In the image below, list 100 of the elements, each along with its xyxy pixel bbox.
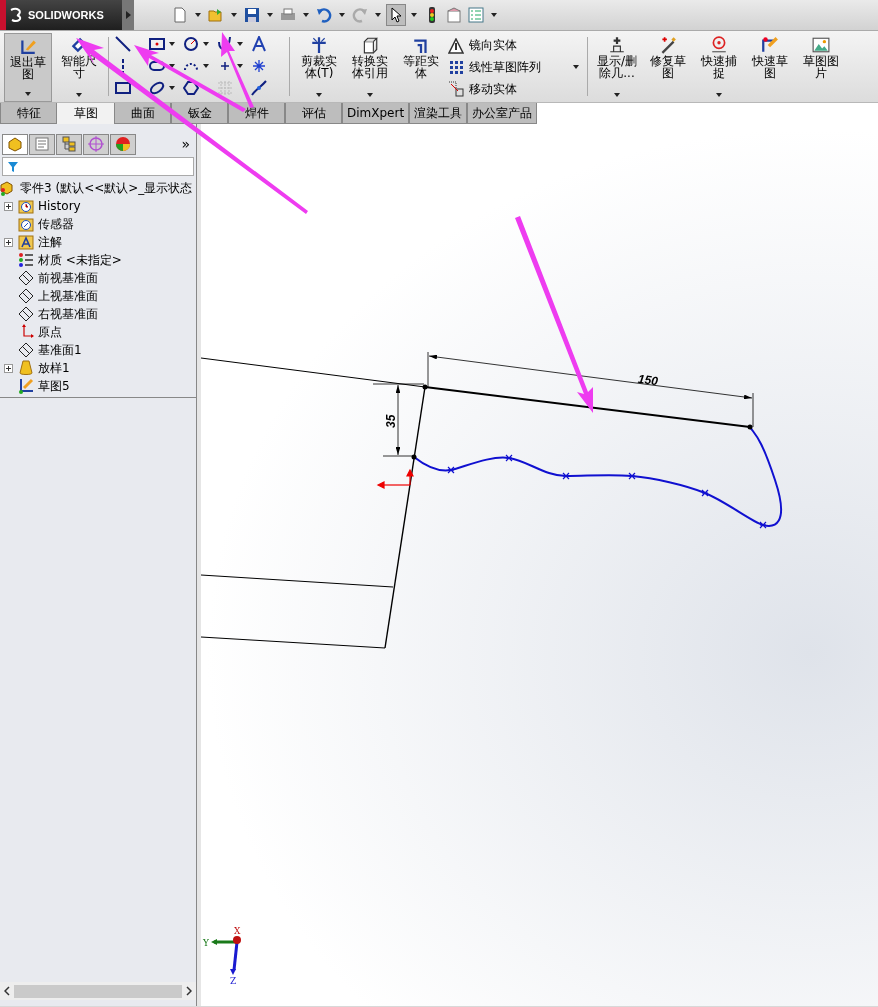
- tool-button[interactable]: [148, 35, 166, 53]
- panel-tab[interactable]: [2, 133, 28, 155]
- tree-item[interactable]: 上视基准面: [18, 287, 98, 305]
- caret-icon[interactable]: [25, 92, 31, 96]
- dimension-value[interactable]: 150: [637, 371, 659, 389]
- tree-item[interactable]: History: [18, 198, 81, 214]
- scrollbar-thumb[interactable]: [14, 984, 182, 998]
- tab[interactable]: 渲染工具: [409, 103, 468, 124]
- caret-icon[interactable]: [316, 93, 322, 97]
- ribbon-menu-item[interactable]: 线性草图阵列: [448, 59, 541, 76]
- polygon-icon: [183, 80, 199, 96]
- horizontal-scrollbar[interactable]: [0, 982, 196, 1000]
- panel-tab[interactable]: [110, 133, 136, 155]
- tab[interactable]: 办公室产品: [467, 103, 538, 124]
- caret-icon[interactable]: [231, 13, 237, 17]
- tree-item[interactable]: 右视基准面: [18, 305, 98, 323]
- expand-panel-button[interactable]: »: [181, 136, 194, 152]
- trim-icon: [310, 36, 328, 54]
- tree-item[interactable]: 草图5: [18, 377, 70, 395]
- caret-icon[interactable]: [411, 13, 417, 17]
- caret-icon[interactable]: [76, 93, 82, 97]
- part-icon: [0, 180, 16, 196]
- caret-icon[interactable]: [367, 93, 373, 97]
- part-icon: [7, 136, 23, 152]
- caret-icon[interactable]: [573, 65, 579, 70]
- tab[interactable]: 曲面: [114, 103, 171, 124]
- tab[interactable]: DimXpert: [342, 103, 410, 124]
- grid-icon: [217, 80, 233, 96]
- ribbon-button[interactable]: 草图图片: [797, 33, 845, 102]
- ribbon-button[interactable]: 剪裁实体(T): [295, 33, 343, 102]
- tool-button[interactable]: [114, 35, 132, 53]
- ribbon-button[interactable]: 等距实体: [397, 33, 445, 102]
- tool-button[interactable]: [250, 79, 268, 97]
- tree-item[interactable]: 放样1: [18, 359, 70, 377]
- pattern-icon: [448, 59, 464, 76]
- ribbon-button[interactable]: 显示/删除几...: [593, 33, 641, 102]
- ribbon-button[interactable]: 转换实体引用: [346, 33, 394, 102]
- tool-button[interactable]: [250, 57, 268, 75]
- undo-icon: [316, 7, 332, 23]
- tool-button[interactable]: [250, 35, 268, 53]
- tab[interactable]: 草图: [57, 103, 114, 124]
- axis-label: Z: [230, 976, 237, 986]
- clock-folder-icon: [18, 198, 34, 214]
- tab[interactable]: 焊件: [228, 103, 285, 124]
- caret-icon[interactable]: [169, 64, 175, 68]
- tab[interactable]: 钣金: [171, 103, 228, 124]
- caret-icon[interactable]: [716, 93, 722, 97]
- tree-item[interactable]: 基准面1: [18, 341, 82, 359]
- tree-item[interactable]: 注解: [18, 233, 62, 251]
- panel-tab[interactable]: [83, 133, 109, 155]
- cube-icon: [361, 36, 379, 54]
- filter-field[interactable]: [2, 157, 194, 176]
- offset-icon: [412, 36, 430, 54]
- tool-button[interactable]: [182, 79, 200, 97]
- tree-item[interactable]: 原点: [18, 323, 62, 341]
- toolbar-button[interactable]: [386, 4, 406, 26]
- expand-icon[interactable]: [4, 201, 13, 211]
- ribbon-button[interactable]: 退出草图: [4, 33, 52, 102]
- redo-icon: [352, 7, 368, 23]
- caret-icon[interactable]: [491, 13, 497, 17]
- gauge-folder-icon: [18, 216, 34, 232]
- tool-button[interactable]: [114, 79, 132, 97]
- tool-button[interactable]: [182, 35, 200, 53]
- tree-item[interactable]: 材质 <未指定>: [18, 251, 122, 269]
- tab[interactable]: 评估: [285, 103, 342, 124]
- scroll-left-icon[interactable]: [4, 986, 10, 996]
- tree-item[interactable]: 零件3 (默认<<默认>_显示状态: [0, 179, 193, 197]
- caret-icon[interactable]: [339, 13, 345, 17]
- scroll-right-icon[interactable]: [186, 986, 192, 996]
- caret-icon[interactable]: [614, 93, 620, 97]
- ribbon-button[interactable]: 快速捕捉: [695, 33, 743, 102]
- ribbon-menu-item[interactable]: 移动实体: [448, 80, 517, 98]
- tree-icon: [61, 136, 77, 152]
- ribbon-button[interactable]: 修复草图: [644, 33, 692, 102]
- caret-icon[interactable]: [195, 13, 201, 17]
- centerline-icon: [121, 58, 125, 74]
- relations-icon: [608, 36, 626, 54]
- panel-tab[interactable]: [56, 133, 82, 155]
- caret-icon[interactable]: [375, 13, 381, 17]
- plane-icon: [18, 342, 34, 358]
- dimension-value[interactable]: 35: [384, 414, 398, 428]
- tab[interactable]: 特征: [0, 103, 57, 124]
- annotation-folder-icon: [18, 234, 34, 250]
- caret-icon[interactable]: [237, 64, 243, 68]
- caret-icon[interactable]: [267, 13, 273, 17]
- caret-icon[interactable]: [303, 13, 309, 17]
- caret-icon[interactable]: [203, 64, 209, 68]
- origin-icon: [376, 468, 414, 489]
- caret-icon[interactable]: [169, 86, 175, 90]
- expand-icon[interactable]: [4, 237, 13, 247]
- ribbon-menu-item[interactable]: 镜向实体: [448, 37, 517, 55]
- plane-icon: [18, 270, 34, 286]
- rectangle-icon: [115, 80, 131, 96]
- tree-item[interactable]: 传感器: [18, 215, 74, 233]
- tree-item[interactable]: 前视基准面: [18, 269, 98, 287]
- ribbon-button[interactable]: 快速草图: [746, 33, 794, 102]
- panel-tab[interactable]: [29, 133, 55, 155]
- flyout-button[interactable]: [122, 0, 134, 30]
- expand-icon[interactable]: [4, 363, 13, 373]
- tool-button[interactable]: [148, 79, 166, 97]
